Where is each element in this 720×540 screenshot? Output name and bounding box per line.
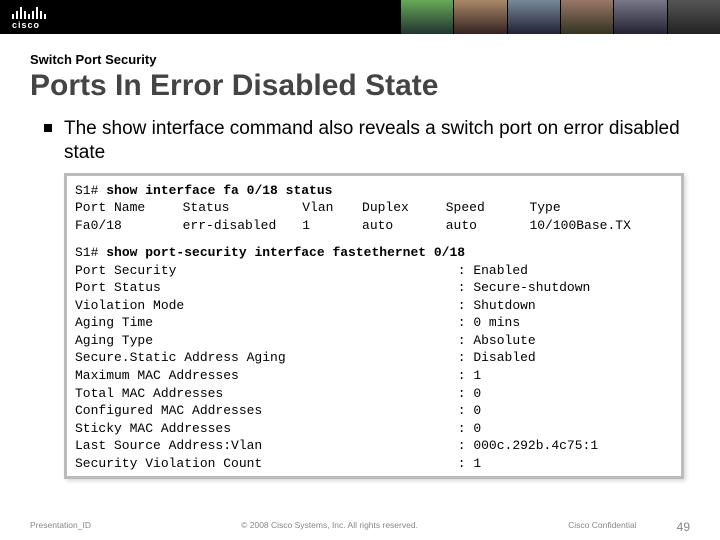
cli-command-2: show port-security interface fastetherne…	[106, 245, 465, 260]
cisco-logo-text: cisco	[12, 21, 46, 30]
cell-vlan: 1	[302, 217, 362, 235]
kv-value: : 1	[458, 367, 673, 385]
header-photo-strip	[400, 0, 720, 34]
cell-status: err-disabled	[183, 217, 303, 235]
kv-value: : Shutdown	[458, 297, 673, 315]
cli-line: S1# show port-security interface fasteth…	[75, 244, 673, 262]
col-portname: Port Name	[75, 199, 183, 217]
cisco-logo-icon	[12, 5, 46, 19]
kv-key: Aging Time	[75, 314, 458, 332]
confidential-label: Cisco Confidential	[568, 520, 637, 534]
port-security-table: Port Security: EnabledPort Status: Secur…	[75, 262, 673, 473]
kv-value: : 0 mins	[458, 314, 673, 332]
kv-value: : 0	[458, 385, 673, 403]
cell-duplex: auto	[362, 217, 446, 235]
col-vlan: Vlan	[302, 199, 362, 217]
kv-row: Total MAC Addresses: 0	[75, 385, 673, 403]
copyright: © 2008 Cisco Systems, Inc. All rights re…	[91, 520, 568, 534]
kv-key: Secure.Static Address Aging	[75, 349, 458, 367]
cli-command-1: show interface fa 0/18 status	[106, 183, 332, 198]
kv-row: Port Status: Secure-shutdown	[75, 279, 673, 297]
cell-port: Fa0/18	[75, 217, 183, 235]
section-label: Switch Port Security	[30, 52, 690, 67]
kv-value: : Enabled	[458, 262, 673, 280]
kv-key: Port Status	[75, 279, 458, 297]
kv-row: Port Security: Enabled	[75, 262, 673, 280]
kv-row: Aging Type: Absolute	[75, 332, 673, 350]
slide-content: Switch Port Security Ports In Error Disa…	[0, 34, 720, 483]
kv-key: Total MAC Addresses	[75, 385, 458, 403]
cli-prompt: S1#	[75, 183, 98, 198]
cli-line: S1# show interface fa 0/18 status	[75, 182, 673, 200]
kv-row: Security Violation Count: 1	[75, 455, 673, 473]
slide-title: Ports In Error Disabled State	[30, 69, 690, 103]
kv-row: Violation Mode: Shutdown	[75, 297, 673, 315]
status-header-row: Port Name Status Vlan Duplex Speed Type	[75, 199, 673, 217]
kv-key: Aging Type	[75, 332, 458, 350]
col-status: Status	[183, 199, 303, 217]
kv-key: Security Violation Count	[75, 455, 458, 473]
kv-row: Maximum MAC Addresses: 1	[75, 367, 673, 385]
page-number: 49	[677, 520, 690, 534]
kv-value: : 1	[458, 455, 673, 473]
kv-row: Last Source Address:Vlan: 000c.292b.4c75…	[75, 437, 673, 455]
col-duplex: Duplex	[362, 199, 446, 217]
kv-key: Sticky MAC Addresses	[75, 420, 458, 438]
presentation-id: Presentation_ID	[30, 520, 91, 534]
cli-prompt: S1#	[75, 245, 98, 260]
cli-output-box: S1# show interface fa 0/18 status Port N…	[64, 173, 684, 479]
status-data-row: Fa0/18 err-disabled 1 auto auto 10/100Ba…	[75, 217, 673, 235]
col-speed: Speed	[446, 199, 530, 217]
kv-key: Configured MAC Addresses	[75, 402, 458, 420]
kv-row: Sticky MAC Addresses: 0	[75, 420, 673, 438]
cell-speed: auto	[446, 217, 530, 235]
kv-value: : 0	[458, 420, 673, 438]
kv-value: : 000c.292b.4c75:1	[458, 437, 673, 455]
kv-value: : Disabled	[458, 349, 673, 367]
slide-footer: Presentation_ID © 2008 Cisco Systems, In…	[0, 520, 720, 534]
top-bar: cisco	[0, 0, 720, 34]
kv-value: : Secure-shutdown	[458, 279, 673, 297]
kv-value: : 0	[458, 402, 673, 420]
cisco-logo: cisco	[12, 5, 46, 30]
kv-key: Maximum MAC Addresses	[75, 367, 458, 385]
kv-value: : Absolute	[458, 332, 673, 350]
kv-row: Secure.Static Address Aging: Disabled	[75, 349, 673, 367]
kv-row: Configured MAC Addresses: 0	[75, 402, 673, 420]
col-type: Type	[529, 199, 673, 217]
status-table: Port Name Status Vlan Duplex Speed Type …	[75, 199, 673, 234]
cell-type: 10/100Base.TX	[529, 217, 673, 235]
bullet-text: The show interface command also reveals …	[30, 117, 690, 165]
kv-key: Port Security	[75, 262, 458, 280]
kv-key: Last Source Address:Vlan	[75, 437, 458, 455]
kv-key: Violation Mode	[75, 297, 458, 315]
kv-row: Aging Time: 0 mins	[75, 314, 673, 332]
